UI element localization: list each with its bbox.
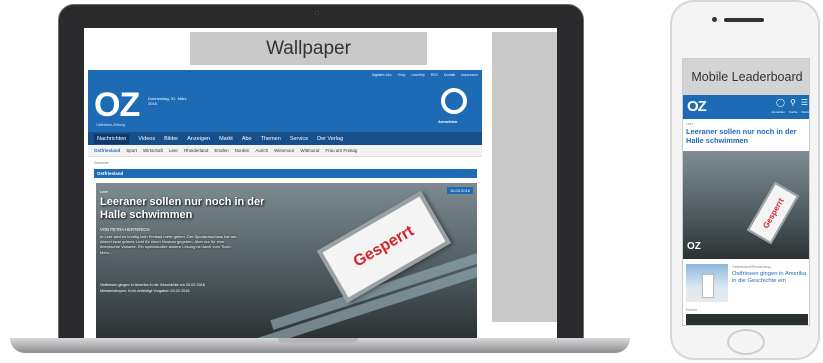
phone-speaker: [724, 18, 764, 22]
icon-label: Menü: [801, 110, 809, 114]
device-mockup-stage: Wallpaper Digitales Abo Shop Lesertrip R…: [0, 0, 823, 363]
hero-related-links: Ostfriesen gingen in Amerika in die Gesc…: [100, 282, 205, 294]
phone-camera: [712, 17, 717, 22]
mobile-article-title[interactable]: Leeraner sollen nur noch in der Halle sc…: [686, 127, 808, 145]
mobile-article-category: Leer: [686, 122, 694, 126]
breadcrumb[interactable]: Startseite: [94, 161, 109, 165]
header-date: Donnerstag, 31. März 2016: [148, 96, 187, 106]
search-icon[interactable]: ⚲: [790, 98, 796, 107]
top-link[interactable]: Shop: [398, 73, 406, 77]
next-card-category: Emden: [686, 308, 698, 312]
wallpaper-ad-slot: Wallpaper: [190, 32, 427, 65]
hero-date: 16.03.2016: [446, 187, 473, 194]
sign-text: Gesperrt: [350, 222, 417, 271]
phone-frame: Mobile Leaderboard OZ ◯ ⚲ ☰ Anmelden Suc…: [670, 0, 820, 360]
mobile-header-icons: ◯ ⚲ ☰: [776, 98, 808, 107]
mobile-header: OZ ◯ ⚲ ☰ Anmelden Suche Menü: [683, 95, 809, 119]
top-link[interactable]: Kontakt: [444, 73, 456, 77]
hero-teaser: In Leer wird es künftig kein Freibad meh…: [100, 234, 237, 255]
subnav-item[interactable]: Aurich: [255, 148, 268, 153]
mobile-article-image[interactable]: Gesperrt OZ: [683, 151, 809, 259]
related-link[interactable]: Meisterkämpen: Kohl verteidigt Vorgaben …: [100, 288, 205, 294]
nav-item[interactable]: Videos: [138, 136, 155, 142]
wallpaper-ad-skyscraper: [492, 32, 557, 322]
top-link[interactable]: RSS: [431, 73, 438, 77]
nav-item[interactable]: Bilder: [164, 136, 178, 142]
site-logo[interactable]: OZ: [94, 88, 140, 122]
icon-label: Anmelden: [771, 110, 785, 114]
subnav-item[interactable]: Leer: [169, 148, 178, 153]
sign-text: Gesperrt: [760, 196, 786, 230]
subnav-item[interactable]: Wittmund: [300, 148, 319, 153]
nav-item[interactable]: Themen: [261, 136, 281, 142]
laptop-camera: [315, 11, 319, 15]
phone-screen: Mobile Leaderboard OZ ◯ ⚲ ☰ Anmelden Suc…: [682, 58, 810, 326]
subnav-item[interactable]: Wirtschaft: [143, 148, 163, 153]
card-category: Ostfriesland/Rheiderlang: [732, 265, 771, 269]
closed-sign: Gesperrt: [746, 181, 800, 245]
subnav-item[interactable]: Emden: [214, 148, 228, 153]
site-header: Digitales Abo Shop Lesertrip RSS Kontakt…: [88, 70, 482, 132]
mobile-logo[interactable]: OZ: [687, 98, 707, 115]
nav-item[interactable]: Service: [290, 136, 308, 142]
section-title: Ostfriesland: [94, 169, 477, 178]
subnav-item[interactable]: Rheiderland: [184, 148, 208, 153]
subnav-item[interactable]: Wiesmoor: [274, 148, 294, 153]
subnav-item[interactable]: Sport: [126, 148, 137, 153]
home-button[interactable]: [727, 329, 765, 355]
site-logo-subtitle: Ostfriesen-Zeitung: [96, 123, 125, 127]
hero-article[interactable]: Gesperrt 16.03.2016 Leer Leeraner sollen…: [96, 183, 477, 342]
top-link[interactable]: Lesertrip: [412, 73, 425, 77]
church-image: [702, 274, 714, 298]
nav-item[interactable]: Abo: [242, 136, 252, 142]
nav-item-nachrichten[interactable]: Nachrichten: [94, 133, 130, 144]
nav-item[interactable]: Anzeigen: [187, 136, 210, 142]
top-link[interactable]: Impressum: [461, 73, 478, 77]
image-logo-watermark: OZ: [687, 241, 701, 252]
main-nav: Nachrichten Videos Bilder Anzeigen Markt…: [88, 132, 482, 145]
subnav-item-ostfriesland[interactable]: Ostfriesland: [94, 148, 120, 153]
menu-icon[interactable]: ☰: [801, 98, 808, 107]
hero-author: VON PETRA HERTERICH: [100, 227, 150, 232]
nav-item[interactable]: Der Verlag: [317, 136, 343, 142]
subnav-item[interactable]: Norden: [235, 148, 250, 153]
user-icon[interactable]: ◯: [776, 98, 785, 107]
login-icon[interactable]: [441, 88, 467, 114]
hero-title[interactable]: Leeraner sollen nur noch in der Halle sc…: [100, 196, 270, 222]
laptop-screen: Wallpaper Digitales Abo Shop Lesertrip R…: [84, 28, 557, 342]
next-card-image[interactable]: [686, 314, 808, 325]
top-link[interactable]: Digitales Abo: [372, 73, 392, 77]
nav-item[interactable]: Markt: [219, 136, 233, 142]
top-links: Digitales Abo Shop Lesertrip RSS Kontakt…: [372, 73, 478, 77]
card-thumbnail[interactable]: [686, 264, 728, 302]
hero-kicker: Leer: [100, 189, 109, 194]
sub-nav: Ostfriesland Sport Wirtschaft Leer Rheid…: [88, 145, 482, 157]
subnav-item[interactable]: Frau am Freitag: [325, 148, 357, 153]
login-label[interactable]: Anmelden: [438, 119, 457, 124]
icon-label: Suche: [788, 110, 798, 114]
mobile-leaderboard-ad: Mobile Leaderboard: [683, 59, 809, 95]
mobile-icon-labels: Anmelden Suche Menü: [771, 110, 809, 114]
card-title[interactable]: Ostfriesen gingen in Amerika in die Gesc…: [732, 271, 808, 285]
news-website: Digitales Abo Shop Lesertrip RSS Kontakt…: [88, 70, 482, 342]
laptop-notch: [278, 338, 358, 343]
